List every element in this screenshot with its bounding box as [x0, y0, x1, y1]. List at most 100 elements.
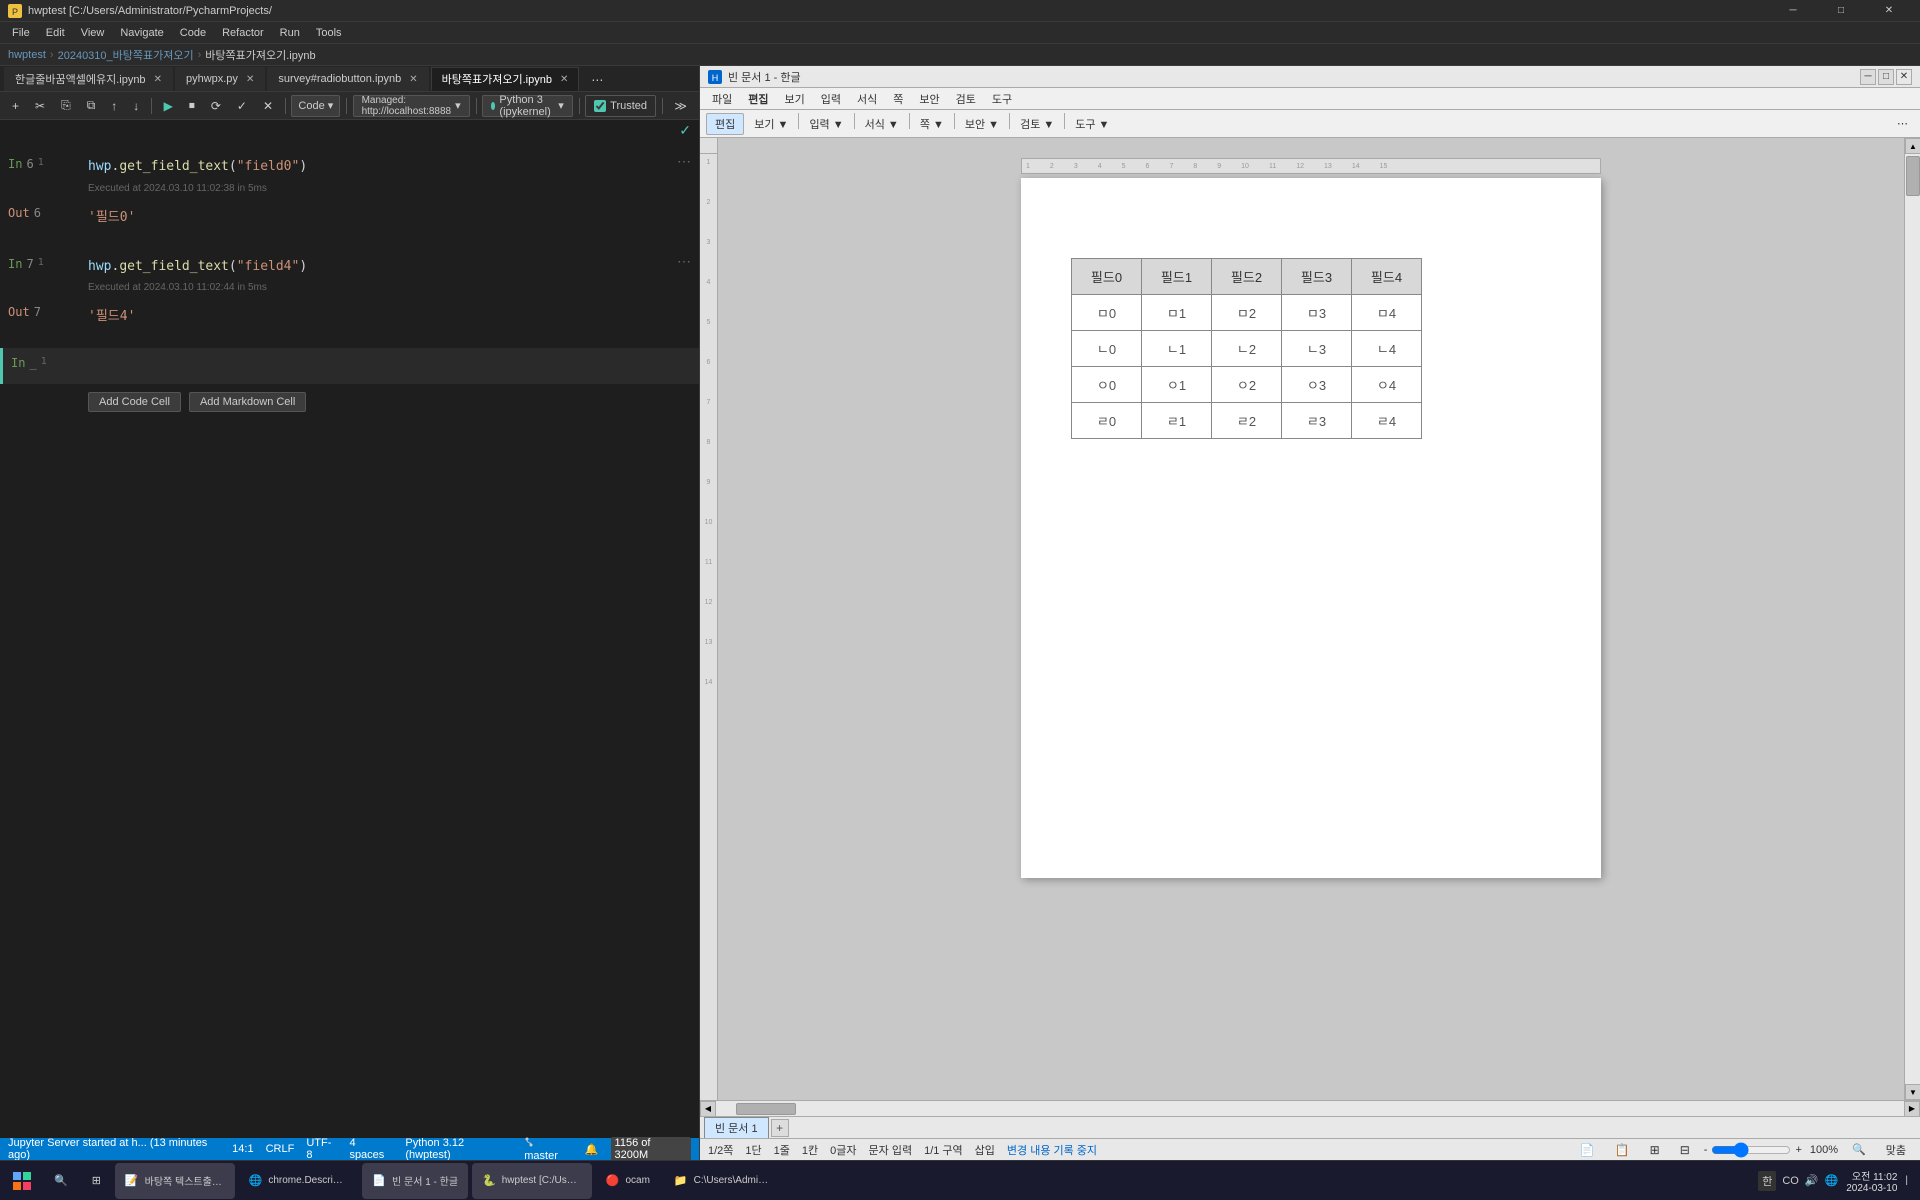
- scroll-down-btn[interactable]: ▼: [1905, 1084, 1920, 1100]
- hwp-search-btn[interactable]: 🔍: [1846, 1139, 1872, 1161]
- menu-view[interactable]: View: [73, 22, 113, 44]
- scroll-up-btn[interactable]: ▲: [1905, 138, 1920, 154]
- menu-edit[interactable]: Edit: [38, 22, 73, 44]
- cell-menu-in7[interactable]: ⋯: [677, 253, 691, 270]
- hwp-doc-tab[interactable]: 빈 문서 1: [704, 1117, 769, 1139]
- tab-0[interactable]: 한글줄바꿈액셀에유지.ipynb ✕: [4, 67, 173, 91]
- hwp-menu-view[interactable]: 보기: [777, 88, 813, 110]
- hscroll-left-btn[interactable]: ◀: [700, 1101, 716, 1117]
- tab-3[interactable]: 바탕쪽표가져오기.ipynb ✕: [431, 67, 580, 91]
- paste-btn[interactable]: ⧉: [81, 95, 102, 117]
- hwp-view-mode-btn3[interactable]: ⊞: [1644, 1139, 1666, 1161]
- taskbar-hwp-btn[interactable]: 📄 빈 문서 1 - 한글: [362, 1163, 468, 1199]
- run-all-btn[interactable]: ✓: [231, 95, 253, 117]
- volume-icon[interactable]: 🔊: [1805, 1174, 1819, 1187]
- tab-2[interactable]: survey#radiobutton.ipynb ✕: [267, 67, 428, 91]
- taskbar-ocam-btn[interactable]: 🔴 ocam: [596, 1163, 660, 1199]
- breadcrumb-file[interactable]: 바탕쪽표가져오기.ipynb: [205, 47, 315, 63]
- menu-refactor[interactable]: Refactor: [214, 22, 272, 44]
- more-tabs-btn[interactable]: ⋯: [585, 69, 609, 91]
- trusted-btn[interactable]: Trusted: [585, 95, 656, 117]
- hwp-menu-edit[interactable]: 편집: [740, 88, 776, 110]
- taskbar-chrome-btn[interactable]: 🌐 chrome.Descriptors-UI: [239, 1163, 359, 1199]
- hwp-more-btn[interactable]: ⋯: [1891, 113, 1914, 135]
- hwp-view-mode-btn1[interactable]: 📄: [1574, 1139, 1601, 1161]
- managed-server-btn[interactable]: Managed: http://localhost:8888 ▾: [353, 95, 470, 117]
- move-up-btn[interactable]: ↑: [105, 95, 123, 117]
- menu-run[interactable]: Run: [272, 22, 308, 44]
- copy-btn[interactable]: ⎘: [55, 95, 77, 117]
- hwp-menu-tools[interactable]: 도구: [984, 88, 1020, 110]
- menu-code[interactable]: Code: [172, 22, 214, 44]
- menu-file[interactable]: File: [4, 22, 38, 44]
- hwp-menu-page[interactable]: 쪽: [885, 88, 911, 110]
- run-btn[interactable]: ▶: [158, 95, 179, 117]
- taskbar-search-btn[interactable]: 🔍: [44, 1163, 78, 1199]
- tray-time[interactable]: 오전 11:02 2024-03-10: [1846, 1168, 1897, 1194]
- hwp-menu-format[interactable]: 서식: [849, 88, 885, 110]
- cell-code-in7[interactable]: hwp.get_field_text("field4"): [88, 253, 691, 281]
- scroll-thumb[interactable]: [1906, 156, 1920, 196]
- hwp-edit-btn[interactable]: 편집: [706, 113, 744, 135]
- tab-1[interactable]: pyhwpx.py ✕: [175, 67, 265, 91]
- hwp-security-btn[interactable]: 보안 ▼: [959, 113, 1005, 135]
- keyboard-lang[interactable]: 한: [1758, 1171, 1776, 1191]
- hwp-menu-input[interactable]: 입력: [813, 88, 849, 110]
- hwp-minimize-btn[interactable]: ─: [1860, 69, 1876, 85]
- scroll-track[interactable]: [1905, 154, 1920, 1084]
- hwp-menu-file[interactable]: 파일: [704, 88, 740, 110]
- taskbar-explorer-btn[interactable]: 📁 C:\Users\Administrator\: [664, 1163, 784, 1199]
- zoom-slider[interactable]: [1711, 1142, 1791, 1158]
- hwp-add-tab-btn[interactable]: +: [771, 1119, 789, 1137]
- minimize-btn[interactable]: ─: [1770, 0, 1816, 22]
- cut-btn[interactable]: ✂: [29, 95, 51, 117]
- hscroll-track[interactable]: [716, 1101, 1904, 1117]
- breadcrumb-folder[interactable]: 20240310_바탕쪽표가져오기: [58, 47, 194, 63]
- hwp-review-btn[interactable]: 검토 ▼: [1014, 113, 1060, 135]
- hwp-menu-security[interactable]: 보안: [911, 88, 947, 110]
- interrupt-btn[interactable]: ⏹: [183, 95, 201, 117]
- new-cell-input[interactable]: [91, 352, 691, 380]
- add-cell-btn[interactable]: +: [6, 95, 25, 117]
- cell-type-dropdown[interactable]: Code ▾: [291, 95, 340, 117]
- clear-btn[interactable]: ✕: [257, 95, 279, 117]
- hwp-view-mode-btn4[interactable]: ⊟: [1674, 1139, 1696, 1161]
- new-cell-body[interactable]: [91, 352, 691, 380]
- tab-close-0[interactable]: ✕: [154, 74, 162, 85]
- cell-menu-in6[interactable]: ⋯: [677, 153, 691, 170]
- menu-navigate[interactable]: Navigate: [112, 22, 171, 44]
- tab-close-2[interactable]: ✕: [409, 74, 417, 85]
- trusted-checkbox[interactable]: [594, 100, 606, 112]
- add-code-cell-btn[interactable]: Add Code Cell: [88, 392, 181, 412]
- hwp-close-btn[interactable]: ✕: [1896, 69, 1912, 85]
- close-btn[interactable]: ✕: [1866, 0, 1912, 22]
- hwp-menu-review[interactable]: 검토: [948, 88, 984, 110]
- hscroll-right-btn[interactable]: ▶: [1904, 1101, 1920, 1117]
- taskbar-pycharm-btn[interactable]: 🐍 hwptest [C:/Users/Admi: [472, 1163, 592, 1199]
- maximize-btn[interactable]: □: [1818, 0, 1864, 22]
- hwp-page-btn[interactable]: 쪽 ▼: [914, 113, 950, 135]
- menu-tools[interactable]: Tools: [308, 22, 350, 44]
- hwp-tools-btn[interactable]: 도구 ▼: [1069, 113, 1115, 135]
- hscroll-thumb[interactable]: [736, 1103, 796, 1115]
- move-down-btn[interactable]: ↓: [127, 95, 145, 117]
- kernel-btn[interactable]: Python 3 (ipykernel) ▾: [482, 95, 573, 117]
- more-options-btn[interactable]: ≫: [668, 95, 693, 117]
- show-desktop-btn[interactable]: |: [1905, 1175, 1908, 1186]
- tab-close-3[interactable]: ✕: [560, 74, 568, 85]
- breadcrumb-project[interactable]: hwptest: [8, 49, 46, 61]
- hwp-fit-btn[interactable]: 맞춤: [1880, 1139, 1912, 1161]
- restart-btn[interactable]: ⟳: [205, 95, 227, 117]
- network-icon[interactable]: 🌐: [1825, 1174, 1839, 1187]
- tab-close-1[interactable]: ✕: [246, 74, 254, 85]
- hwp-restore-btn[interactable]: □: [1878, 69, 1894, 85]
- hwp-view-btn[interactable]: 보기 ▼: [748, 113, 794, 135]
- taskbar-task-view-btn[interactable]: ⊞: [82, 1163, 111, 1199]
- hwp-format-btn[interactable]: 서식 ▼: [859, 113, 905, 135]
- hwp-track-changes[interactable]: 변경 내용 기록 중지: [1007, 1142, 1097, 1158]
- hwp-input-btn[interactable]: 입력 ▼: [803, 113, 849, 135]
- start-btn[interactable]: [4, 1163, 40, 1199]
- taskbar-notepad-btn[interactable]: 📝 바탕쪽 텍스트출력, 표인: [115, 1163, 235, 1199]
- cell-code-in6[interactable]: hwp.get_field_text("field0"): [88, 153, 691, 181]
- hwp-view-mode-btn2[interactable]: 📋: [1609, 1139, 1636, 1161]
